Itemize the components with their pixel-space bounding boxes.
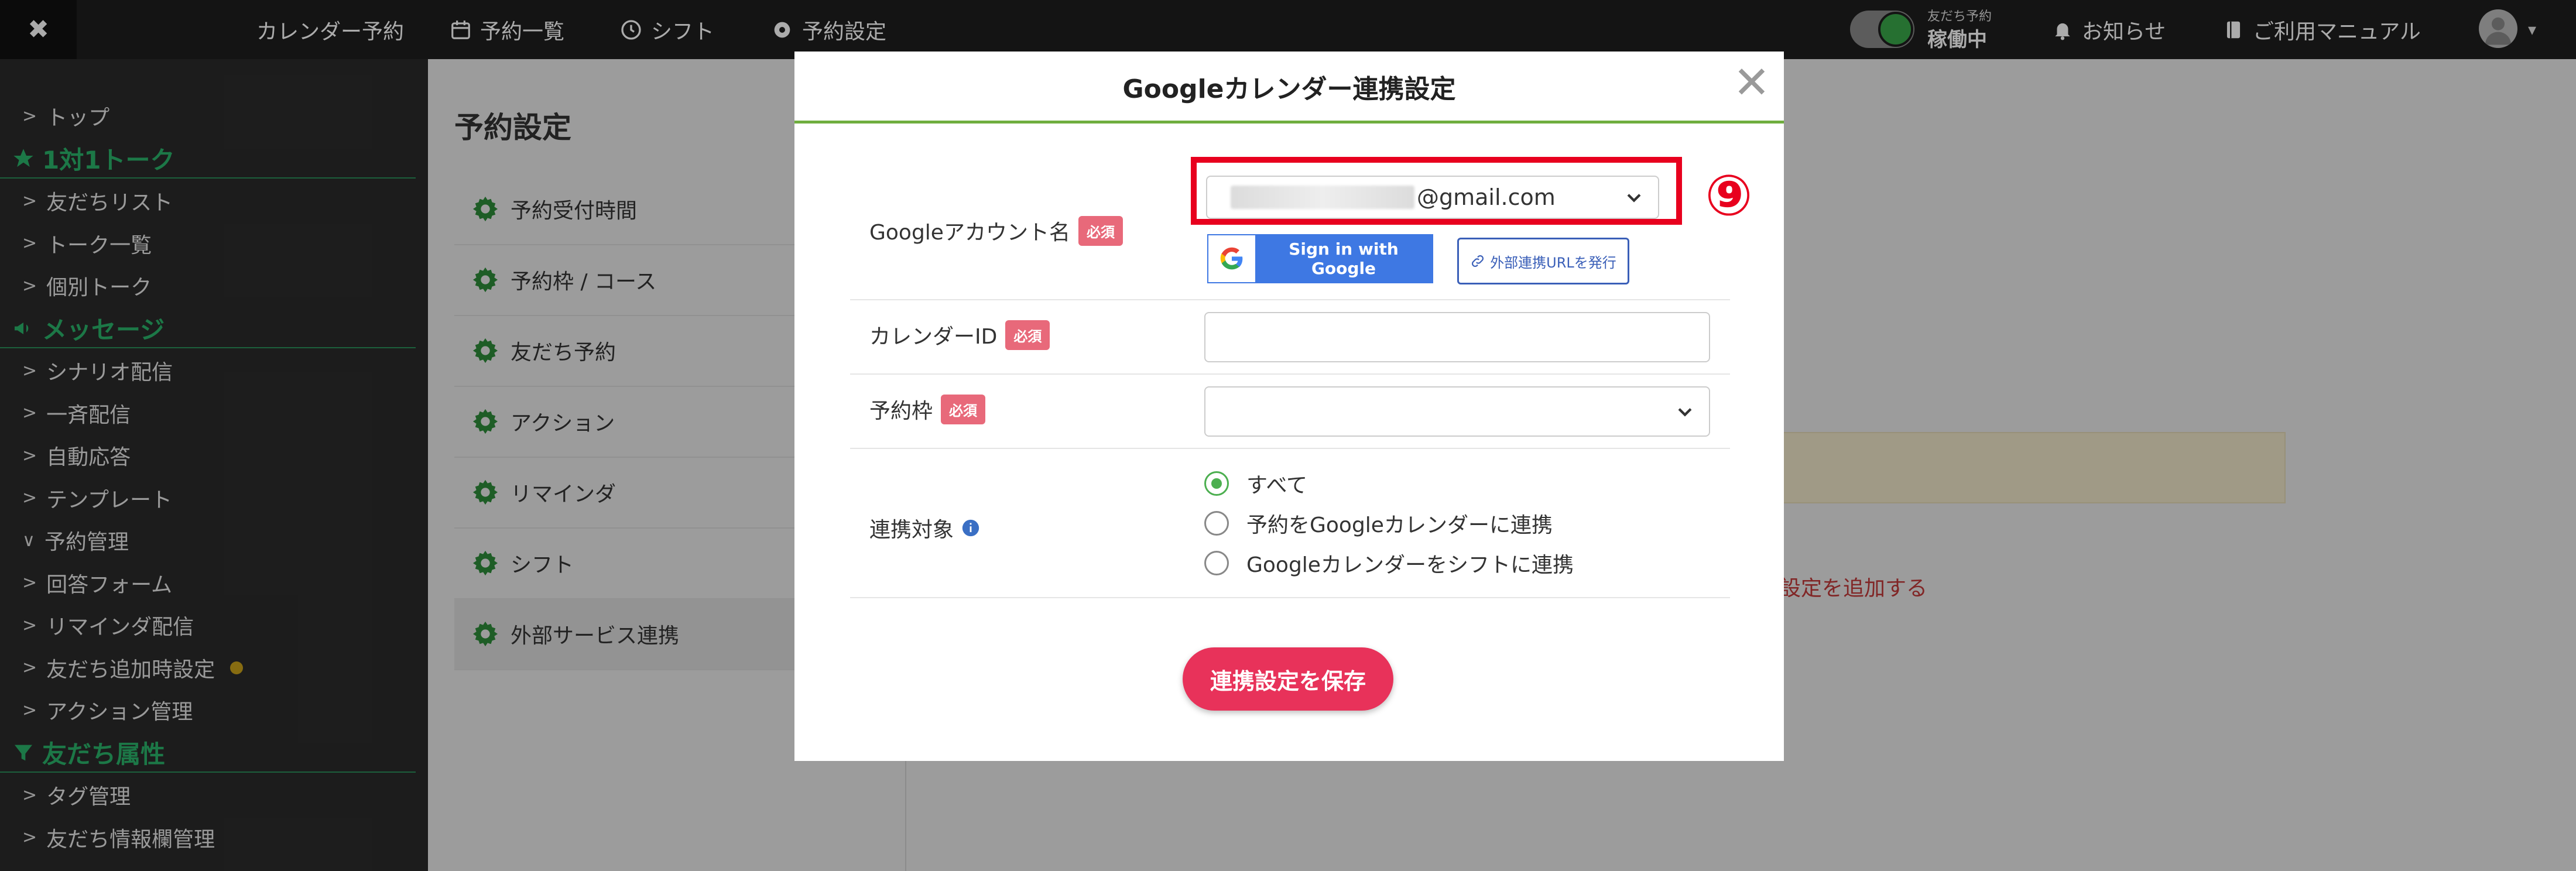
radio-button[interactable] [1204, 551, 1229, 575]
reservation-slot-label-group: 予約枠 必須 [869, 394, 986, 424]
radio-label: 予約をGoogleカレンダーに連携 [1246, 513, 1553, 537]
annotation-highlight-box [1191, 157, 1682, 225]
save-button[interactable]: 連携設定を保存 [1183, 647, 1393, 711]
modal-title: Googleカレンダー連携設定 [1122, 74, 1456, 104]
row-divider [850, 373, 1730, 375]
modal-title-underline [794, 121, 1784, 124]
external-url-button[interactable]: 外部連携URLを発行 [1457, 238, 1629, 284]
calendar-id-label: カレンダーID [869, 325, 998, 349]
close-icon[interactable]: ✕ [1731, 60, 1772, 105]
chevron-down-icon [1678, 408, 1692, 417]
row-divider [850, 299, 1730, 300]
google-account-label: Googleアカウント名 [869, 221, 1070, 245]
radio-reservation-to-calendar[interactable]: 予約をGoogleカレンダーに連携 [1204, 508, 1553, 539]
radio-calendar-to-shift[interactable]: Googleカレンダーをシフトに連携 [1204, 548, 1574, 578]
radio-button[interactable] [1204, 471, 1229, 496]
radio-label: Googleカレンダーをシフトに連携 [1246, 553, 1574, 577]
sync-target-label-group: 連携対象 [869, 513, 981, 543]
radio-all[interactable]: すべて [1204, 468, 1307, 499]
radio-label: すべて [1246, 474, 1308, 498]
calendar-id-input[interactable] [1204, 312, 1710, 362]
calendar-id-label-group: カレンダーID 必須 [869, 320, 1050, 350]
row-divider [850, 597, 1730, 598]
annotation-number: ⑨ [1705, 163, 1753, 228]
sync-target-label: 連携対象 [869, 518, 954, 542]
google-account-label-group: Googleアカウント名 必須 [869, 215, 1123, 246]
external-url-label: 外部連携URLを発行 [1490, 254, 1616, 271]
reservation-slot-select[interactable] [1204, 386, 1710, 437]
required-badge: 必須 [1005, 320, 1050, 350]
required-badge: 必須 [941, 394, 986, 424]
reservation-slot-label: 予約枠 [869, 399, 933, 423]
sign-in-label: Sign in with Google [1289, 239, 1399, 278]
info-icon[interactable] [961, 518, 981, 538]
row-divider [850, 448, 1730, 449]
sign-in-with-google-button[interactable]: Sign in with Google [1207, 234, 1433, 283]
radio-button[interactable] [1204, 511, 1229, 536]
google-icon [1208, 235, 1255, 282]
required-badge: 必須 [1078, 215, 1123, 246]
link-icon [1472, 255, 1484, 267]
